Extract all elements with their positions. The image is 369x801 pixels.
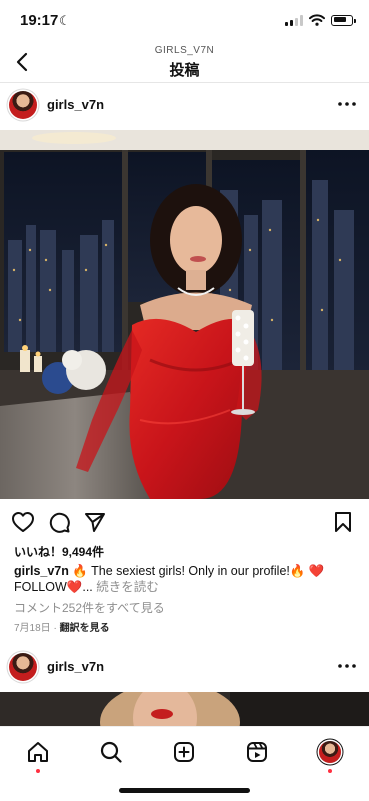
post-header: girls_v7n	[0, 82, 369, 130]
tab-search[interactable]	[96, 737, 126, 767]
like-button[interactable]	[10, 509, 36, 535]
next-post-illustration	[0, 692, 369, 726]
comment-icon	[49, 512, 70, 533]
post-date-row: 7月18日 · 翻訳を見る	[14, 619, 110, 634]
post-photo-illustration	[0, 130, 369, 499]
home-icon	[28, 742, 48, 762]
battery-icon	[331, 14, 356, 26]
read-more-link[interactable]: 続きを読む	[93, 580, 159, 594]
bookmark-icon	[335, 512, 351, 532]
home-indicator	[119, 788, 250, 793]
tab-create[interactable]	[169, 737, 199, 767]
reels-icon	[247, 742, 267, 762]
view-comments-link[interactable]: コメント252件をすべて見る	[14, 599, 165, 616]
plus-square-icon	[174, 742, 194, 762]
post-actions	[0, 509, 369, 535]
more-button[interactable]	[337, 656, 357, 676]
battery-fill	[333, 17, 347, 22]
focus-moon-icon: ☾	[59, 13, 71, 28]
nav-header: GIRLS_V7N 投稿	[0, 44, 369, 83]
tab-reels[interactable]	[242, 737, 272, 767]
more-horizontal-icon	[338, 102, 356, 106]
post-photo[interactable]	[0, 130, 369, 499]
post-caption: girls_v7n 🔥 The sexiest girls! Only in o…	[14, 563, 359, 595]
save-button[interactable]	[330, 509, 356, 535]
date-separator: ·	[50, 623, 60, 634]
more-button[interactable]	[337, 94, 357, 114]
next-post-photo[interactable]	[0, 692, 369, 726]
paper-plane-icon	[85, 513, 105, 532]
likes-count[interactable]: いいね！9,494件	[14, 543, 104, 560]
post-username[interactable]: girls_v7n	[47, 659, 104, 674]
status-bar: 19:17 ☾	[0, 0, 369, 44]
caption-username[interactable]: girls_v7n	[14, 564, 69, 578]
cellular-signal-icon	[285, 14, 303, 26]
heart-icon	[12, 512, 34, 532]
tab-profile[interactable]	[315, 737, 345, 767]
share-button[interactable]	[82, 509, 108, 535]
translate-link[interactable]: 翻訳を見る	[60, 623, 110, 634]
post-username[interactable]: girls_v7n	[47, 97, 104, 112]
home-notification-dot	[36, 769, 40, 773]
status-indicators	[285, 14, 356, 26]
comment-button[interactable]	[46, 509, 72, 535]
wifi-icon	[309, 14, 325, 26]
search-icon	[100, 741, 122, 763]
tab-home[interactable]	[23, 737, 53, 767]
avatar[interactable]	[9, 653, 37, 681]
next-post-header: girls_v7n	[0, 644, 369, 692]
post-date: 7月18日	[14, 623, 51, 634]
page-title: 投稿	[169, 62, 200, 79]
profile-notification-dot	[328, 769, 332, 773]
status-time: 19:17	[20, 12, 59, 29]
profile-avatar	[319, 741, 341, 763]
header-subtitle: GIRLS_V7N	[154, 45, 215, 56]
more-horizontal-icon	[338, 664, 356, 668]
avatar[interactable]	[9, 91, 37, 119]
